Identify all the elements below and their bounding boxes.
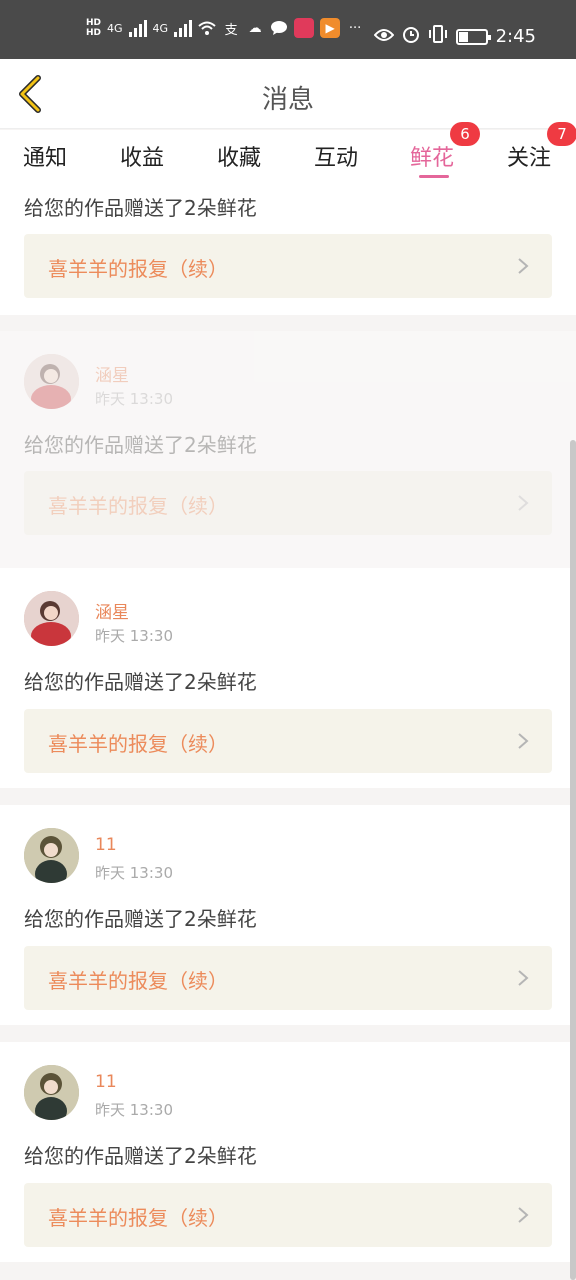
network-type-1: 4G bbox=[107, 21, 123, 35]
work-title: 喜羊羊的报复（续） bbox=[48, 732, 228, 756]
signal-icon-2 bbox=[174, 19, 193, 37]
chevron-right-icon bbox=[518, 970, 529, 986]
page-title: 消息 bbox=[261, 85, 314, 115]
network-type-2: 4G bbox=[152, 21, 169, 35]
following-badge: 7 bbox=[547, 122, 576, 146]
username[interactable]: 11 bbox=[95, 835, 117, 855]
battery-icon bbox=[455, 28, 491, 45]
list-item: 给您的作品赠送了2朵鲜花 喜羊羊的报复（续） bbox=[0, 185, 576, 315]
tab-favorites[interactable]: 收藏 bbox=[217, 140, 261, 172]
work-title: 喜羊羊的报复（续） bbox=[48, 969, 228, 993]
work-link[interactable]: 喜羊羊的报复（续） bbox=[24, 471, 552, 535]
avatar[interactable] bbox=[24, 1065, 79, 1120]
active-tab-indicator bbox=[419, 175, 449, 178]
list-item: 涵星 昨天 13:30 给您的作品赠送了2朵鲜花 喜羊羊的报复（续） bbox=[0, 331, 576, 568]
chat-bubble-icon bbox=[270, 19, 288, 37]
avatar[interactable] bbox=[24, 828, 79, 883]
more-notifications-icon: ··· bbox=[348, 20, 362, 36]
message-text: 给您的作品赠送了2朵鲜花 bbox=[24, 670, 257, 694]
work-title: 喜羊羊的报复（续） bbox=[48, 257, 228, 281]
list-item: 11 昨天 13:30 给您的作品赠送了2朵鲜花 喜羊羊的报复（续） bbox=[0, 1042, 576, 1262]
username[interactable]: 11 bbox=[95, 1072, 117, 1092]
scrollbar[interactable] bbox=[570, 440, 576, 1280]
message-text: 给您的作品赠送了2朵鲜花 bbox=[24, 196, 257, 220]
hd-indicator: HD HD bbox=[86, 18, 101, 38]
timestamp: 昨天 13:30 bbox=[95, 627, 173, 645]
work-link[interactable]: 喜羊羊的报复（续） bbox=[24, 234, 552, 298]
tab-bar: 通知 收益 收藏 互动 鲜花 关注 6 7 bbox=[0, 122, 576, 185]
status-bar: HD HD 4G 4G 支 ☁ ▶ ··· 2:45 bbox=[0, 0, 576, 59]
tab-notifications[interactable]: 通知 bbox=[23, 140, 67, 172]
avatar[interactable] bbox=[24, 591, 79, 646]
work-title: 喜羊羊的报复（续） bbox=[48, 1206, 228, 1230]
message-text: 给您的作品赠送了2朵鲜花 bbox=[24, 433, 257, 457]
list-item: 涵星 昨天 13:30 给您的作品赠送了2朵鲜花 喜羊羊的报复（续） bbox=[0, 568, 576, 788]
tab-following[interactable]: 关注 bbox=[507, 140, 551, 172]
username[interactable]: 涵星 bbox=[95, 598, 129, 623]
signal-icon bbox=[128, 19, 147, 37]
timestamp: 昨天 13:30 bbox=[95, 390, 173, 408]
flowers-badge: 6 bbox=[450, 122, 480, 146]
vibrate-icon bbox=[428, 25, 448, 48]
tab-flowers[interactable]: 鲜花 bbox=[410, 140, 454, 172]
cloud-icon: ☁ bbox=[248, 20, 262, 36]
avatar[interactable] bbox=[24, 354, 79, 409]
timestamp: 昨天 13:30 bbox=[95, 864, 173, 882]
tab-interactions[interactable]: 互动 bbox=[314, 140, 358, 172]
wifi-icon bbox=[198, 19, 216, 37]
chevron-right-icon bbox=[518, 1207, 529, 1223]
hd-label-2: HD bbox=[86, 28, 102, 38]
work-link[interactable]: 喜羊羊的报复（续） bbox=[24, 1183, 552, 1247]
chevron-right-icon bbox=[518, 495, 529, 511]
alipay-icon: 支 bbox=[224, 22, 238, 38]
alarm-icon bbox=[402, 25, 420, 48]
flower-message-list: 给您的作品赠送了2朵鲜花 喜羊羊的报复（续） 涵星 昨天 13:30 给您的作品… bbox=[0, 185, 576, 1280]
username[interactable]: 涵星 bbox=[95, 361, 129, 386]
chevron-right-icon bbox=[518, 733, 529, 749]
status-icons-left: HD HD 4G 4G 支 ☁ ▶ ··· bbox=[86, 18, 364, 38]
message-text: 给您的作品赠送了2朵鲜花 bbox=[24, 1144, 257, 1168]
list-item: 11 昨天 13:30 给您的作品赠送了2朵鲜花 喜羊羊的报复（续） bbox=[0, 805, 576, 1025]
work-link[interactable]: 喜羊羊的报复（续） bbox=[24, 709, 552, 773]
page-header: 消息 bbox=[0, 59, 576, 129]
work-link[interactable]: 喜羊羊的报复（续） bbox=[24, 946, 552, 1010]
clock-time: 2:45 bbox=[495, 26, 536, 47]
work-title: 喜羊羊的报复（续） bbox=[48, 494, 228, 518]
hd-label-1: HD bbox=[86, 18, 102, 28]
tab-earnings[interactable]: 收益 bbox=[120, 140, 164, 172]
message-text: 给您的作品赠送了2朵鲜花 bbox=[24, 907, 257, 931]
timestamp: 昨天 13:30 bbox=[95, 1101, 173, 1119]
chevron-right-icon bbox=[518, 258, 529, 274]
app-notification-icon bbox=[294, 18, 315, 38]
video-app-icon: ▶ bbox=[320, 18, 341, 38]
eye-icon bbox=[373, 26, 394, 47]
status-icons-right: 2:45 bbox=[373, 25, 536, 48]
